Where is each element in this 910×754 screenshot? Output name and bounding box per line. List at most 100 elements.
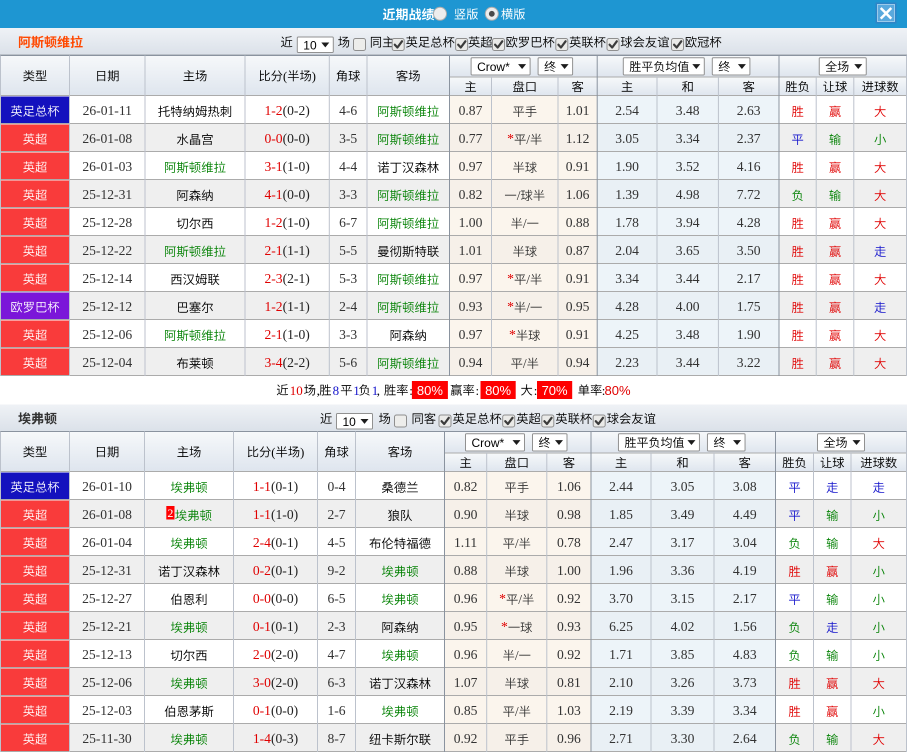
svg-text:3.39: 3.39 [671,703,695,718]
svg-text:26-01-08: 26-01-08 [82,131,132,146]
svg-text:0.97: 0.97 [459,159,483,174]
svg-text:0.96: 0.96 [454,591,478,606]
svg-text:0.93: 0.93 [557,619,581,634]
svg-text:3.36: 3.36 [671,563,695,578]
svg-text:1-2: 1-2 [264,299,282,314]
svg-text:1.01: 1.01 [459,243,483,258]
svg-text:1-6: 1-6 [327,703,345,718]
svg-text:1.96: 1.96 [609,563,633,578]
svg-text:2-7: 2-7 [327,507,345,522]
svg-text:25-12-04: 25-12-04 [82,355,132,370]
svg-text:10: 10 [343,415,357,429]
svg-text:3.48: 3.48 [676,103,700,118]
svg-text:3.05: 3.05 [615,131,639,146]
svg-text:0-0: 0-0 [264,131,282,146]
svg-text:5-5: 5-5 [339,243,357,258]
svg-text:(0-2): (0-2) [283,103,310,119]
svg-text:0.88: 0.88 [454,563,478,578]
svg-text:3.49: 3.49 [671,507,695,522]
svg-text:(0-1): (0-1) [271,563,298,579]
svg-text:0.93: 0.93 [459,299,483,314]
svg-text:1.00: 1.00 [459,215,483,230]
svg-text:1.90: 1.90 [615,159,639,174]
svg-text:1.78: 1.78 [615,215,639,230]
svg-text:/: / [526,132,530,147]
svg-text:/: / [515,648,519,663]
svg-text:7.72: 7.72 [737,187,761,202]
svg-text::: : [476,383,480,398]
svg-text:(0-0): (0-0) [283,187,310,203]
svg-text:0.96: 0.96 [454,647,478,662]
svg-text:(0-0): (0-0) [283,131,310,147]
svg-text:5-6: 5-6 [339,355,357,370]
svg-text:(2-1): (2-1) [283,271,310,287]
svg-text:0.95: 0.95 [454,619,478,634]
svg-text:4.00: 4.00 [676,299,700,314]
svg-text:25-12-03: 25-12-03 [82,703,132,718]
svg-text:0.78: 0.78 [557,535,581,550]
svg-text:1.07: 1.07 [454,675,478,690]
svg-text:9-2: 9-2 [327,563,345,578]
svg-text:2.19: 2.19 [609,703,633,718]
svg-text:0.91: 0.91 [566,271,590,286]
svg-text:(: ( [271,445,275,459]
svg-text:70%: 70% [542,383,568,398]
svg-text:10: 10 [290,383,303,398]
svg-text:(0-0): (0-0) [271,591,298,607]
svg-text:26-01-11: 26-01-11 [83,103,132,118]
svg-text:3-3: 3-3 [339,187,357,202]
svg-text:4-5: 4-5 [327,535,345,550]
svg-text:0.97: 0.97 [459,271,483,286]
svg-text:0.97: 0.97 [459,327,483,342]
svg-text:/: / [515,536,519,551]
svg-text:0.92: 0.92 [454,731,478,746]
svg-text:2.47: 2.47 [609,535,633,550]
svg-text:1.85: 1.85 [609,507,633,522]
svg-text:25-12-06: 25-12-06 [82,327,132,342]
svg-text:0.90: 0.90 [454,507,478,522]
svg-text:2.54: 2.54 [615,103,639,118]
svg-text:(1-0): (1-0) [283,327,310,343]
svg-text:2.71: 2.71 [609,731,633,746]
svg-text:3.50: 3.50 [737,243,761,258]
svg-text:Crow*: Crow* [477,60,510,74]
svg-text:*: * [509,327,516,342]
svg-text:3-0: 3-0 [253,675,271,690]
svg-text:6-7: 6-7 [339,215,357,230]
svg-text:*: * [499,591,506,606]
svg-text:3.70: 3.70 [609,591,633,606]
svg-text:25-12-31: 25-12-31 [82,187,132,202]
svg-text:(: ( [283,69,287,83]
svg-text:(1-1): (1-1) [283,299,310,315]
svg-text:2-1: 2-1 [264,243,282,258]
svg-text:0.87: 0.87 [566,243,590,258]
svg-text:25-12-14: 25-12-14 [82,271,132,286]
svg-text:3.34: 3.34 [676,131,700,146]
svg-text:2.17: 2.17 [737,271,761,286]
svg-text:3.65: 3.65 [676,243,700,258]
svg-text:3.73: 3.73 [733,675,757,690]
svg-text:4-6: 4-6 [339,103,357,118]
svg-text:2.23: 2.23 [615,355,639,370]
svg-text:/: / [523,216,527,231]
svg-text:1-4: 1-4 [253,731,271,746]
svg-text:(1-0): (1-0) [283,215,310,231]
svg-text:3.52: 3.52 [676,159,700,174]
svg-text:(0-0): (0-0) [271,703,298,719]
svg-text:1.90: 1.90 [737,327,761,342]
svg-text:1-2: 1-2 [264,103,282,118]
svg-text:0.98: 0.98 [557,507,581,522]
svg-text:1.00: 1.00 [557,563,581,578]
svg-text:0.95: 0.95 [566,299,590,314]
svg-text:/: / [518,592,522,607]
svg-text:4-7: 4-7 [327,647,345,662]
svg-text:80%: 80% [417,383,443,398]
svg-text:10: 10 [303,38,317,52]
svg-text:3-4: 3-4 [264,355,282,370]
svg-text:): ) [300,445,304,459]
svg-text:0-1: 0-1 [253,619,271,634]
svg-text:4.98: 4.98 [676,187,700,202]
svg-text:(0-1): (0-1) [271,619,298,635]
svg-text:3.48: 3.48 [676,327,700,342]
svg-text:2.10: 2.10 [609,675,633,690]
